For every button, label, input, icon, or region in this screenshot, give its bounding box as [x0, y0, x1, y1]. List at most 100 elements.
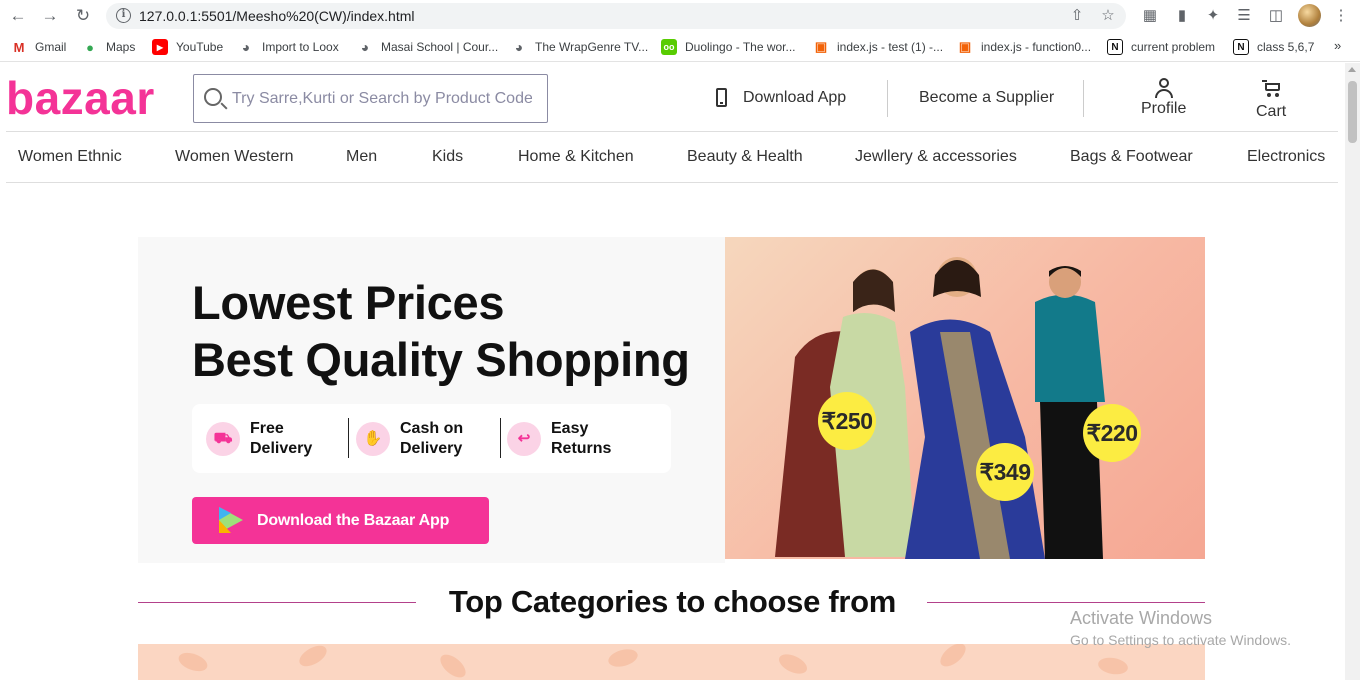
google-play-icon [219, 507, 243, 533]
mobile-phone-icon [716, 88, 727, 107]
leaf-pattern [296, 644, 330, 671]
bookmark-duolingo[interactable]: oo Duolingo - The wor... [661, 39, 796, 55]
site-logo[interactable]: bazaar [6, 71, 155, 125]
bookmark-label: Maps [106, 40, 136, 54]
profile-avatar[interactable] [1298, 4, 1321, 27]
maps-icon: ● [82, 39, 98, 55]
share-icon[interactable]: ⇧ [1068, 7, 1086, 25]
become-supplier-link[interactable]: Become a Supplier [919, 89, 1054, 107]
bookmark-index-js-test[interactable]: ▣ index.js - test (1) -... [813, 39, 943, 55]
address-url[interactable]: 127.0.0.1:5501/Meesho%20(CW)/index.html [139, 8, 414, 24]
bookmark-label: YouTube [176, 40, 224, 54]
bookmark-gmail[interactable]: M Gmail [11, 39, 66, 55]
download-bazaar-app-button[interactable]: Download the Bazaar App [192, 497, 489, 544]
nav-category-women-ethnic[interactable]: Women Ethnic [18, 148, 122, 166]
hero-title-line1: Lowest Prices [192, 276, 505, 329]
menu-kebab-icon[interactable]: ⋮ [1331, 6, 1351, 26]
bookmark-label: Import to Loox [262, 40, 339, 54]
gmail-icon: M [11, 39, 27, 55]
bookmark-index-js-function[interactable]: ▣ index.js - function0... [957, 39, 1091, 55]
bookmark-masai-school[interactable]: ◕ Masai School | Cour... [357, 39, 498, 55]
globe-icon: ◕ [511, 39, 527, 55]
price-badge: ₹220 [1083, 404, 1141, 462]
replit-icon: ▣ [957, 39, 973, 55]
bookmark-label: Duolingo - The wor... [685, 40, 796, 54]
bookmark-label: Masai School | Cour... [381, 40, 499, 54]
bookmarks-overflow-chevron-icon[interactable]: » [1334, 38, 1341, 53]
nav-category-kids[interactable]: Kids [432, 148, 463, 166]
bookmark-label: index.js - function0... [981, 40, 1092, 54]
bookmark-maps[interactable]: ● Maps [82, 39, 135, 55]
nav-category-women-western[interactable]: Women Western [175, 148, 294, 166]
nav-category-beauty-health[interactable]: Beauty & Health [687, 148, 803, 166]
hero-banner: Lowest Prices Best Quality Shopping ⛟ Fr… [138, 237, 725, 563]
feature-divider [500, 418, 501, 458]
nav-category-men[interactable]: Men [346, 148, 377, 166]
feature-text: Delivery [400, 440, 463, 457]
scroll-up-arrow-icon[interactable] [1348, 67, 1356, 72]
shopping-cart-icon[interactable] [1262, 80, 1282, 98]
bookmarks-bar: M Gmail ● Maps ▶ YouTube ◕ Import to Loo… [0, 32, 1360, 62]
features-strip: ⛟ Free Delivery ✋ Cash on Delivery ↩ Easy R… [192, 404, 671, 473]
bookmark-current-problem[interactable]: N current problem [1107, 39, 1215, 55]
price-badge: ₹250 [818, 392, 876, 450]
feature-text: Easy [551, 420, 589, 437]
download-bazaar-app-label: Download the Bazaar App [257, 512, 450, 529]
download-app-link[interactable]: Download App [743, 89, 846, 107]
feature-divider [348, 418, 349, 458]
extension-chart-icon[interactable]: ▮ [1172, 6, 1192, 26]
header-divider [887, 80, 888, 117]
forward-arrow-icon[interactable]: → [40, 6, 60, 26]
profile-user-icon[interactable] [1155, 78, 1173, 98]
cash-hand-icon: ✋ [356, 418, 390, 460]
scrollbar-thumb[interactable] [1348, 81, 1357, 143]
search-icon [204, 88, 222, 106]
activate-windows-hint: Go to Settings to activate Windows. [1070, 632, 1291, 648]
return-bag-icon: ↩ [507, 418, 541, 460]
leaf-pattern [1096, 655, 1130, 677]
bookmark-label: class 5,6,7 [1257, 40, 1315, 54]
header-divider [1083, 80, 1084, 117]
notion-icon: N [1233, 39, 1249, 55]
site-info-icon[interactable]: i [116, 8, 131, 23]
address-bar[interactable]: i 127.0.0.1:5501/Meesho%20(CW)/index.htm… [106, 3, 1126, 29]
bookmark-star-icon[interactable]: ☆ [1099, 7, 1117, 25]
leaf-pattern [176, 649, 210, 675]
bookmark-youtube[interactable]: ▶ YouTube [152, 39, 223, 55]
hero-models-image: ₹250 ₹349 ₹220 [725, 237, 1205, 559]
duolingo-icon: oo [661, 39, 677, 55]
page-scrollbar[interactable] [1345, 63, 1360, 680]
youtube-icon: ▶ [152, 39, 168, 55]
search-box[interactable] [193, 74, 548, 123]
nav-category-bags-footwear[interactable]: Bags & Footwear [1070, 148, 1193, 166]
notion-icon: N [1107, 39, 1123, 55]
heading-rule-right [927, 602, 1205, 603]
woman-left-hair [853, 269, 895, 312]
replit-icon: ▣ [813, 39, 829, 55]
nav-category-jewellery-accessories[interactable]: Jewllery & accessories [855, 148, 1017, 166]
bookmark-label: Gmail [35, 40, 67, 54]
bookmark-class-567[interactable]: N class 5,6,7 [1233, 39, 1314, 55]
leaf-pattern [606, 646, 640, 670]
bookmark-wrapgenre[interactable]: ◕ The WrapGenre TV... [511, 39, 648, 55]
models-illustration [775, 257, 1105, 559]
nav-category-electronics[interactable]: Electronics [1247, 148, 1325, 166]
bookmark-import-to-loox[interactable]: ◕ Import to Loox [238, 39, 339, 55]
feature-text: Cash on [400, 420, 464, 437]
feature-text: Returns [551, 440, 612, 457]
globe-icon: ◕ [238, 39, 254, 55]
bookmark-label: index.js - test (1) -... [837, 40, 944, 54]
extension-icon[interactable]: ▦ [1140, 6, 1160, 26]
nav-category-home-kitchen[interactable]: Home & Kitchen [518, 148, 634, 166]
reading-list-icon[interactable]: ☰ [1234, 6, 1254, 26]
back-arrow-icon[interactable]: ← [8, 6, 28, 26]
search-input[interactable] [232, 85, 532, 113]
nav-divider-line [6, 182, 1338, 183]
reload-icon[interactable]: ↻ [73, 6, 93, 26]
cart-link[interactable]: Cart [1256, 103, 1286, 121]
hero-title-line2: Best Quality Shopping [192, 333, 690, 386]
profile-link[interactable]: Profile [1141, 100, 1186, 118]
header-divider-line [6, 131, 1338, 132]
puzzle-extensions-icon[interactable]: ✦ [1203, 6, 1223, 26]
side-panel-icon[interactable]: ◫ [1266, 6, 1286, 26]
